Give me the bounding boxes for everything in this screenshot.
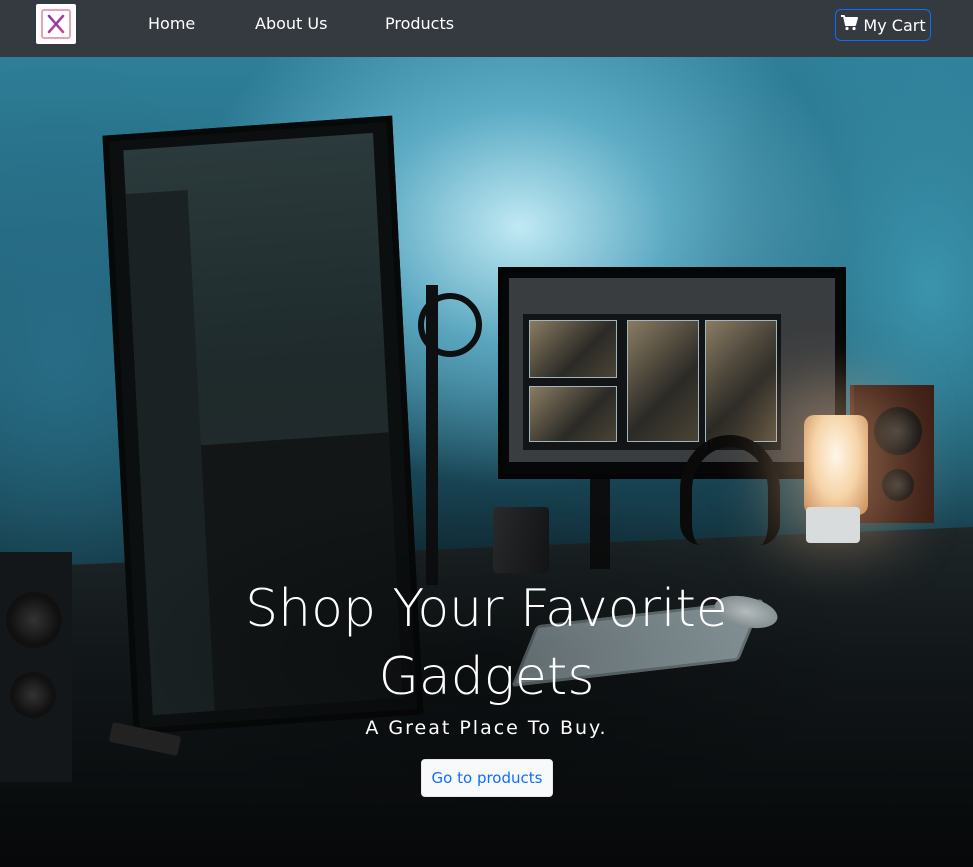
nav-link-products[interactable]: Products bbox=[385, 14, 454, 33]
top-navbar: Home About Us Products My Cart bbox=[0, 0, 973, 57]
shopping-cart-icon bbox=[840, 15, 859, 35]
hero-overlay bbox=[0, 57, 973, 867]
brand-logo[interactable] bbox=[36, 4, 76, 44]
hero-title: Shop Your Favorite Gadgets bbox=[245, 579, 728, 707]
hero-subtitle: A Great Place To Buy. bbox=[365, 717, 608, 739]
nav-link-about-us[interactable]: About Us bbox=[255, 14, 327, 33]
my-cart-button[interactable]: My Cart bbox=[835, 9, 931, 41]
hero-banner: Shop Your Favorite Gadgets A Great Place… bbox=[0, 57, 973, 867]
go-to-products-button[interactable]: Go to products bbox=[421, 759, 553, 797]
brand-x-logo-icon bbox=[41, 9, 71, 39]
nav-link-home[interactable]: Home bbox=[148, 14, 195, 33]
my-cart-label: My Cart bbox=[863, 15, 926, 35]
